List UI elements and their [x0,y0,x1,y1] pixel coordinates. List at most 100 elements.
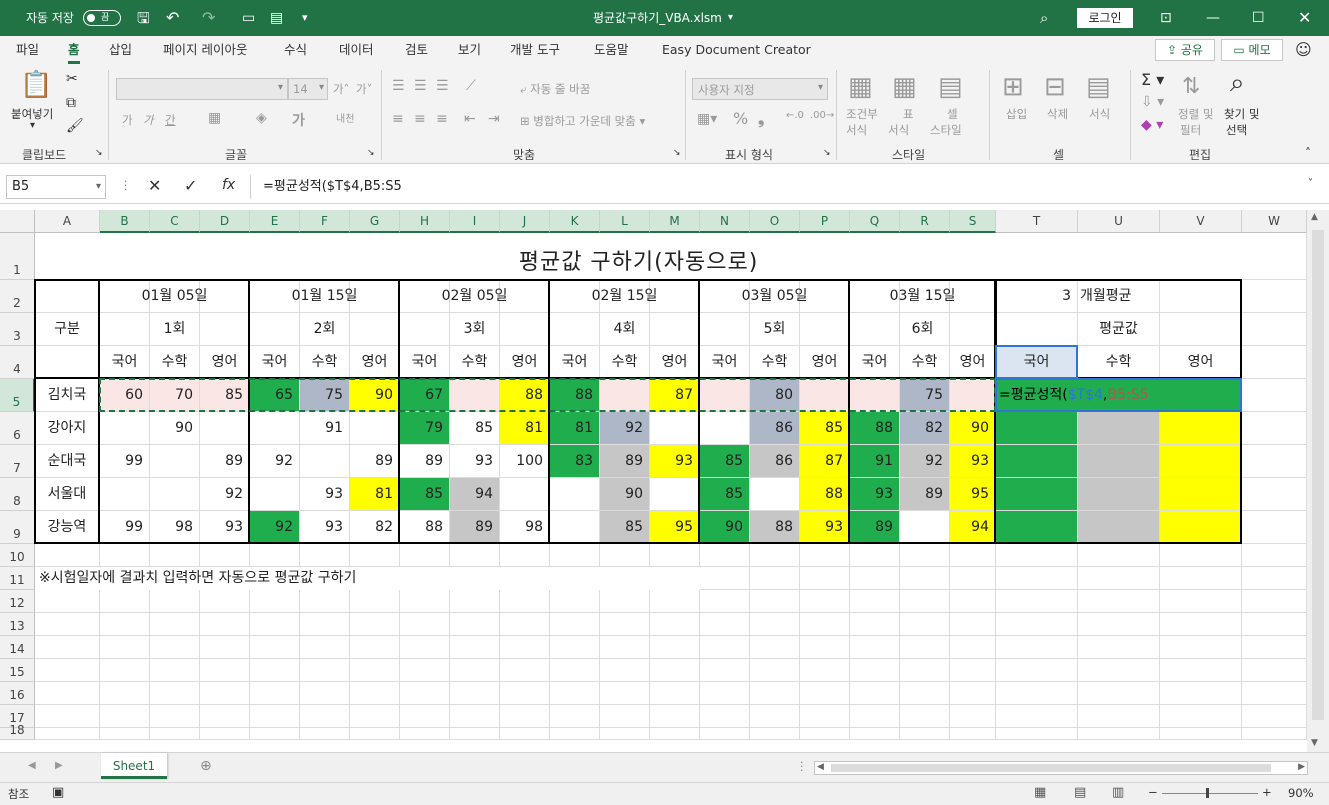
score-cell[interactable]: 90 [950,412,996,445]
grid-cell[interactable] [250,636,300,659]
score-cell[interactable] [650,478,700,511]
score-cell[interactable]: 89 [200,445,250,478]
header-subject[interactable]: 영어 [950,346,996,379]
grid-cell[interactable] [350,544,400,567]
score-cell[interactable] [700,379,750,412]
row-header-2[interactable]: 2 [0,280,35,313]
grid-cell[interactable] [600,590,650,613]
column-header-q[interactable]: Q [850,210,900,233]
header-round-4[interactable]: 4회 [550,313,700,346]
grid-cell[interactable] [1160,613,1242,636]
header-date-1[interactable]: 01월 05일 [100,280,250,313]
grid-cell[interactable] [550,613,600,636]
score-cell[interactable]: 89 [600,445,650,478]
accounting-format-icon[interactable]: ▦▾ [697,111,717,127]
grid-cell[interactable] [1078,567,1160,590]
percent-icon[interactable]: % [733,109,748,128]
grid-cell[interactable] [500,682,550,705]
score-cell[interactable]: 86 [750,412,800,445]
zoom-out-icon[interactable]: − [1148,785,1158,799]
formula-edit-cell[interactable]: =평균성적($T$4,B5:S5 [996,379,1242,412]
grid-cell[interactable] [850,636,900,659]
grid-cell[interactable] [550,728,600,740]
header-subject[interactable]: 수학 [600,346,650,379]
grid-cell[interactable] [100,636,150,659]
grid-cell[interactable] [750,544,800,567]
grid-cell[interactable] [800,544,850,567]
grid-cell[interactable] [200,705,250,728]
score-cell[interactable]: 85 [800,412,850,445]
score-cell[interactable]: 99 [100,511,150,544]
score-cell[interactable]: 89 [850,511,900,544]
grid-cell[interactable] [35,682,100,705]
grid-cell[interactable] [1242,280,1307,313]
grid-cell[interactable] [1242,659,1307,682]
comma-style-icon[interactable]: ❟ [758,109,764,129]
decrease-decimal-icon[interactable]: .00→ [810,110,834,121]
enter-icon[interactable]: ✓ [184,176,197,195]
collapse-ribbon-icon[interactable]: ˄ [1305,146,1311,160]
grid-cell[interactable] [750,613,800,636]
score-cell[interactable] [700,412,750,445]
grid-cell[interactable] [996,705,1078,728]
align-top-icon[interactable]: ☰ [392,78,405,94]
score-cell[interactable] [100,412,150,445]
grid-cell[interactable] [700,682,750,705]
grid-cell[interactable] [950,544,996,567]
grid-cell[interactable] [550,544,600,567]
grid-cell[interactable] [750,567,800,590]
grid-cell[interactable] [150,590,200,613]
column-header-o[interactable]: O [750,210,800,233]
column-header-c[interactable]: C [150,210,200,233]
align-bottom-icon[interactable]: ☰ [436,78,449,94]
increase-decimal-icon[interactable]: ←.0 [786,110,804,121]
font-color-icon[interactable]: 가 [292,110,305,130]
grid-cell[interactable] [1160,728,1242,740]
grid-cell[interactable] [300,590,350,613]
grid-cell[interactable] [600,636,650,659]
row-header-16[interactable]: 16 [0,682,35,705]
autosum-icon[interactable]: Σ ▾ [1141,70,1164,89]
expand-formula-icon[interactable]: ˅ [1308,178,1313,189]
header-date-2[interactable]: 01월 15일 [250,280,400,313]
header-subject[interactable]: 수학 [900,346,950,379]
grid-cell[interactable] [350,728,400,740]
grid-cell[interactable] [1160,659,1242,682]
grid-cell[interactable] [900,659,950,682]
row-header-5[interactable]: 5 [0,379,35,412]
grid-cell[interactable] [850,590,900,613]
column-header-k[interactable]: K [550,210,600,233]
header-subject[interactable]: 국어 [250,346,300,379]
grid-cell[interactable] [1160,544,1242,567]
row-header-9[interactable]: 9 [0,511,35,544]
border-icon[interactable]: ▦ [208,110,221,126]
grid-cell[interactable] [996,590,1078,613]
row-header-13[interactable]: 13 [0,613,35,636]
score-cell[interactable] [800,379,850,412]
insert-function-icon[interactable]: fx [222,177,235,193]
worksheet-grid[interactable]: A B C D E F G H I J K L M N O P Q R S T U V W 1 2 3 4 5 6 7 8 9 10 11 12 13… [0,210,1307,752]
column-header-d[interactable]: D [200,210,250,233]
grid-cell[interactable] [350,659,400,682]
insert-cells-button[interactable]: 삽입 [1006,106,1027,122]
grid-cell[interactable] [400,659,450,682]
grid-cell[interactable] [250,682,300,705]
grid-cell[interactable] [950,636,996,659]
grid-cell[interactable] [800,590,850,613]
row-header-6[interactable]: 6 [0,412,35,445]
score-cell[interactable] [650,412,700,445]
score-cell[interactable]: 83 [550,445,600,478]
grid-cell[interactable] [450,659,500,682]
search-icon[interactable]: ⌕ [1040,0,1048,36]
grid-cell[interactable] [996,636,1078,659]
grid-cell[interactable] [650,728,700,740]
score-cell[interactable]: 93 [300,511,350,544]
column-header-h[interactable]: H [400,210,450,233]
grid-cell[interactable] [600,659,650,682]
average-header[interactable]: 평균값 [996,313,1242,346]
grid-cell[interactable] [350,613,400,636]
sort-filter-button-line2[interactable]: 필터 [1180,122,1201,138]
grid-cell[interactable] [700,636,750,659]
grid-cell[interactable] [1242,682,1307,705]
header-round-3[interactable]: 3회 [400,313,550,346]
